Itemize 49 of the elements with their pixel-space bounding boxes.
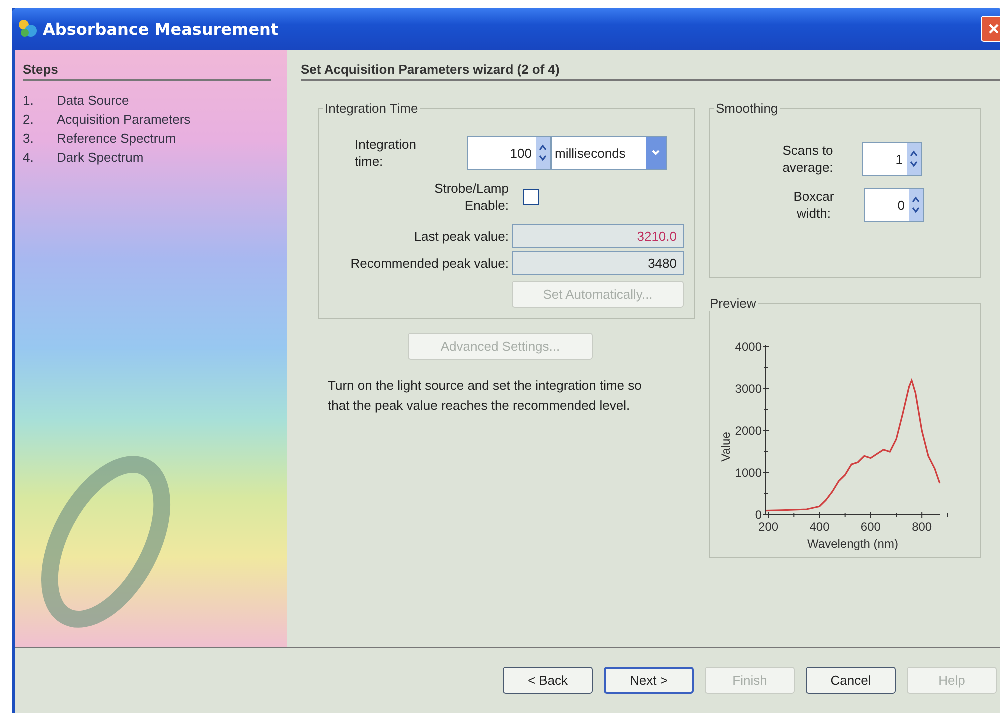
x-tick-label: 800 [912,520,932,534]
steps-title: Steps [23,62,271,81]
y-tick-label: 0 [755,508,762,522]
x-tick-label: 600 [860,520,881,534]
step-label: Acquisition Parameters [57,111,191,129]
field-label: Recommended peak value: [350,256,509,270]
spin-field[interactable]: 0 [864,188,924,222]
wizard-button[interactable]: < Back [503,667,593,694]
spin-arrows-icon[interactable] [909,189,923,221]
app-icon [18,19,38,39]
caret-icon[interactable] [646,137,666,169]
spin-field[interactable]: 1 [862,142,922,176]
step-label: Reference Spectrum [57,130,176,148]
field-label: Integration time: [355,136,418,170]
integration-time-field[interactable]: 100 [467,136,551,170]
spin-arrows-icon[interactable] [536,137,550,169]
spin-arrows-icon[interactable] [907,143,921,175]
wizard-button[interactable]: Cancel [806,667,896,694]
x-tick-label: 200 [758,520,779,534]
field-label: Scans to average: [782,142,834,176]
unit-dropdown[interactable]: milliseconds [551,136,667,170]
wizard-title: Set Acquisition Parameters wizard (2 of 4) [301,62,1000,81]
x-axis-title: Wavelength (nm) [808,537,898,551]
group-title: Preview [709,296,758,311]
field-label: Strobe/Lamp Enable: [434,180,509,214]
field-label: Last peak value: [414,228,509,244]
step-number: 2. [23,111,35,129]
strobe-checkbox[interactable] [523,189,539,205]
x-tick-label: 400 [810,520,830,534]
field-label: Boxcar width: [792,188,836,222]
step-label: Data Source [57,92,130,110]
y-axis-title: Value [719,432,733,462]
close-button[interactable] [981,16,1000,42]
y-tick-label: 1000 [735,466,762,480]
instructions-text: Turn on the light source and set the integration time so that the peak value reaches the recommended level. [328,377,643,415]
window-title: Absorbance Measurement [43,20,279,38]
step-label: Dark Spectrum [57,149,144,167]
recommended-peak-field: 3480 [512,251,684,275]
step-number: 3. [23,130,35,148]
last-peak-field: 3210.0 [512,224,684,248]
step-number: 4. [23,149,35,167]
wizard-button[interactable]: Next > [604,667,694,694]
close-icon [988,23,1000,35]
y-tick-label: 3000 [735,382,762,396]
step-number: 1. [23,92,35,110]
y-tick-label: 4000 [735,340,762,354]
y-tick-label: 2000 [735,424,762,438]
group-title: Smoothing [715,101,780,116]
group-title: Integration Time [324,101,420,116]
